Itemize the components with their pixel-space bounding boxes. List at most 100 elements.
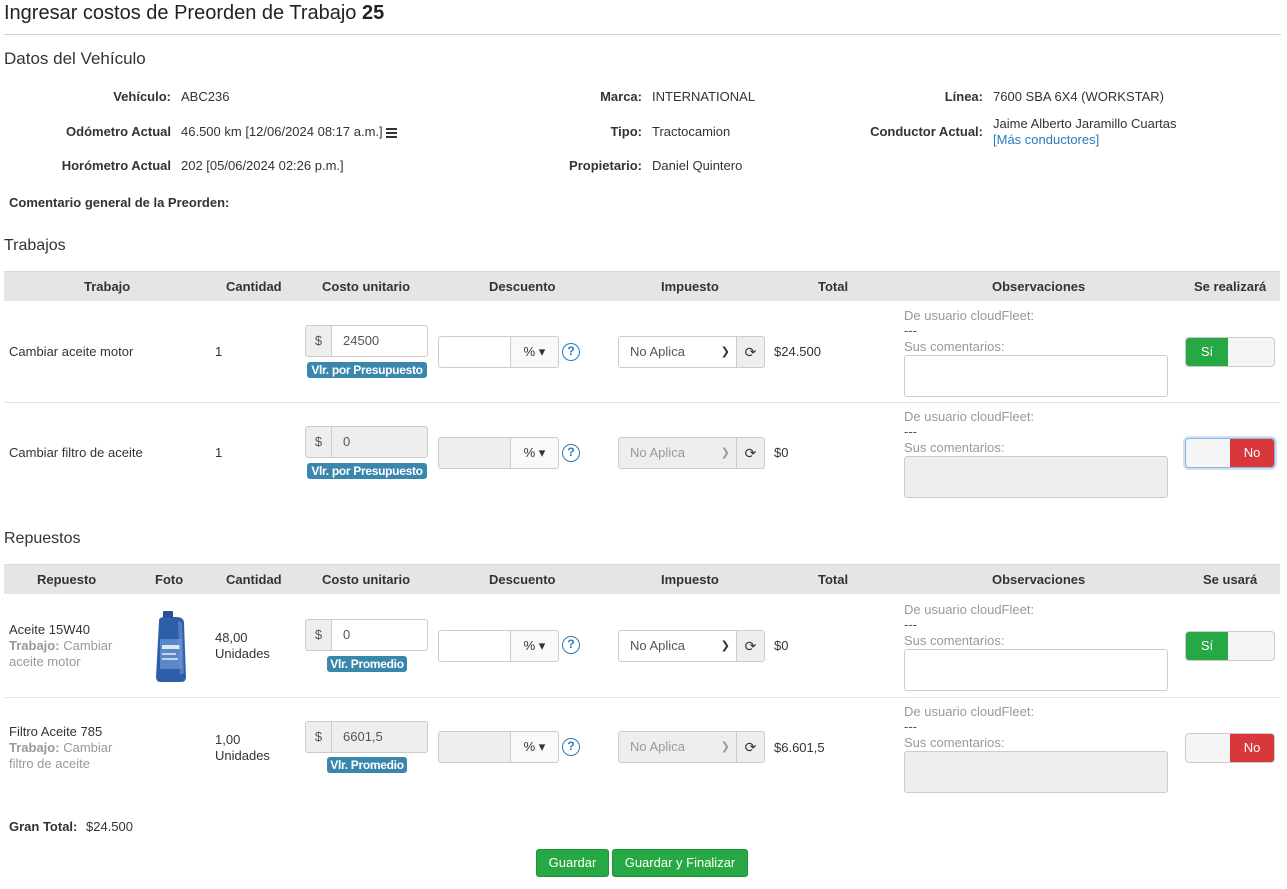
vlr-promedio-badge: Vlr. Promedio <box>327 757 407 773</box>
obs-user-label: De usuario cloudFleet: <box>904 409 1035 424</box>
question-circle-icon[interactable]: ? <box>562 636 580 654</box>
th-foto: Foto <box>155 572 184 587</box>
gran-total-label: Gran Total: <box>9 819 78 834</box>
question-circle-icon[interactable]: ? <box>562 738 580 756</box>
se-realizara-toggle[interactable]: No <box>1185 438 1275 468</box>
se-usara-toggle[interactable]: Sí <box>1185 631 1275 661</box>
descuento-type-dropdown[interactable]: % ▾ <box>510 630 559 662</box>
descuento-input[interactable] <box>438 336 510 368</box>
costo-unitario-field[interactable]: 0 <box>331 619 428 651</box>
guardar-button[interactable]: Guardar <box>536 849 609 877</box>
descuento-group[interactable]: % ▾ <box>438 437 559 469</box>
costo-unitario-field[interactable]: 24500 <box>331 325 428 357</box>
obs-user-label: De usuario cloudFleet: <box>904 602 1035 617</box>
propietario-label: Propietario: <box>569 158 642 173</box>
row-divider <box>4 697 1280 698</box>
impuesto-select[interactable]: No Aplica ❯ <box>618 731 737 763</box>
comentario-general-label: Comentario general de la Preorden: <box>9 195 230 210</box>
toggle-no[interactable]: No <box>1230 439 1274 467</box>
costo-unitario-input[interactable]: $ 6601,5 <box>305 721 428 753</box>
refresh-icon[interactable]: ⟳ <box>737 731 765 763</box>
impuesto-group[interactable]: No Aplica ❯ ⟳ <box>618 336 765 368</box>
mas-conductores-link[interactable]: [Más conductores] <box>993 132 1099 147</box>
currency-addon: $ <box>305 721 331 753</box>
vlr-promedio-badge: Vlr. Promedio <box>327 656 407 672</box>
impuesto-select[interactable]: No Aplica ❯ <box>618 336 737 368</box>
descuento-group[interactable]: % ▾ <box>438 336 559 368</box>
th-cantidad: Cantidad <box>226 279 282 294</box>
impuesto-group[interactable]: No Aplica ❯ ⟳ <box>618 630 765 662</box>
descuento-type-dropdown[interactable]: % ▾ <box>510 336 559 368</box>
trabajo-total: $24.500 <box>774 344 821 359</box>
se-realizara-toggle[interactable]: Sí <box>1185 337 1275 367</box>
se-usara-toggle[interactable]: No <box>1185 733 1275 763</box>
th-impuesto: Impuesto <box>661 279 719 294</box>
trabajo-cantidad: 1 <box>215 445 223 460</box>
currency-addon: $ <box>305 619 331 651</box>
descuento-group[interactable]: % ▾ <box>438 630 559 662</box>
trabajo-name: Cambiar filtro de aceite <box>9 445 143 460</box>
toggle-si[interactable]: Sí <box>1186 338 1228 366</box>
descuento-type-dropdown[interactable]: % ▾ <box>510 731 559 763</box>
comments-textarea[interactable] <box>904 355 1168 397</box>
descuento-input[interactable] <box>438 731 510 763</box>
toggle-no[interactable]: No <box>1230 734 1274 762</box>
descuento-type-dropdown[interactable]: % ▾ <box>510 437 559 469</box>
horometro-label: Horómetro Actual <box>61 158 171 173</box>
toggle-si[interactable]: Sí <box>1186 632 1228 660</box>
descuento-input[interactable] <box>438 437 510 469</box>
vehicle-section-title: Datos del Vehículo <box>4 49 146 68</box>
question-circle-icon[interactable]: ? <box>562 444 580 462</box>
refresh-icon[interactable]: ⟳ <box>737 336 765 368</box>
currency-addon: $ <box>305 426 331 458</box>
guardar-finalizar-button[interactable]: Guardar y Finalizar <box>612 849 748 877</box>
impuesto-group[interactable]: No Aplica ❯ ⟳ <box>618 437 765 469</box>
th-se-usara: Se usará <box>1203 572 1258 587</box>
descuento-group[interactable]: % ▾ <box>438 731 559 763</box>
chevron-down-icon: ❯ <box>720 346 730 358</box>
th-descuento: Descuento <box>489 572 556 587</box>
obs-user-comment: --- <box>904 719 917 734</box>
obs-user-comment: --- <box>904 617 917 632</box>
repuestos-table-header: Repuesto Foto Cantidad Costo unitario De… <box>4 564 1280 594</box>
costo-unitario-field[interactable]: 6601,5 <box>331 721 428 753</box>
row-divider <box>4 402 1280 403</box>
vehiculo-label: Vehículo: <box>113 89 171 104</box>
repuesto-total: $6.601,5 <box>774 740 825 755</box>
refresh-icon[interactable]: ⟳ <box>737 437 765 469</box>
repuesto-name: Aceite 15W40 <box>9 622 90 637</box>
tipo-value: Tractocamion <box>652 124 731 139</box>
th-impuesto: Impuesto <box>661 572 719 587</box>
impuesto-group[interactable]: No Aplica ❯ ⟳ <box>618 731 765 763</box>
descuento-input[interactable] <box>438 630 510 662</box>
question-circle-icon[interactable]: ? <box>562 343 580 361</box>
costo-unitario-input[interactable]: $ 0 <box>305 619 428 651</box>
refresh-icon[interactable]: ⟳ <box>737 630 765 662</box>
impuesto-select[interactable]: No Aplica ❯ <box>618 630 737 662</box>
repuesto-trabajo: Trabajo: Cambiar <box>9 638 113 653</box>
vlr-presupuesto-badge: Vlr. por Presupuesto <box>307 463 427 479</box>
th-total: Total <box>818 572 849 587</box>
horometro-value: 202 [05/06/2024 02:26 p.m.] <box>181 158 344 173</box>
trabajos-table-header: Trabajo Cantidad Costo unitario Descuent… <box>4 271 1280 301</box>
comments-textarea[interactable] <box>904 751 1168 793</box>
trabajo-cantidad: 1 <box>215 344 223 359</box>
th-se-realizara: Se realizará <box>1194 279 1267 294</box>
list-icon[interactable] <box>386 127 398 138</box>
costo-unitario-input[interactable]: $ 24500 <box>305 325 428 357</box>
comments-textarea[interactable] <box>904 649 1168 691</box>
obs-user-comment: --- <box>904 424 917 439</box>
th-costo: Costo unitario <box>322 572 411 587</box>
chevron-down-icon: ❯ <box>720 741 730 753</box>
th-observaciones: Observaciones <box>992 279 1086 294</box>
impuesto-select[interactable]: No Aplica ❯ <box>618 437 737 469</box>
obs-user-label: De usuario cloudFleet: <box>904 308 1035 323</box>
costo-unitario-input[interactable]: $ 0 <box>305 426 428 458</box>
repuesto-unidades: Unidades <box>215 748 270 763</box>
odometro-value: 46.500 km [12/06/2024 08:17 a.m.] <box>181 124 398 139</box>
th-cantidad: Cantidad <box>226 572 282 587</box>
costo-unitario-field[interactable]: 0 <box>331 426 428 458</box>
comments-textarea[interactable] <box>904 456 1168 498</box>
repuesto-name: Filtro Aceite 785 <box>9 724 103 739</box>
repuesto-trabajo: Trabajo: Cambiar <box>9 740 113 755</box>
